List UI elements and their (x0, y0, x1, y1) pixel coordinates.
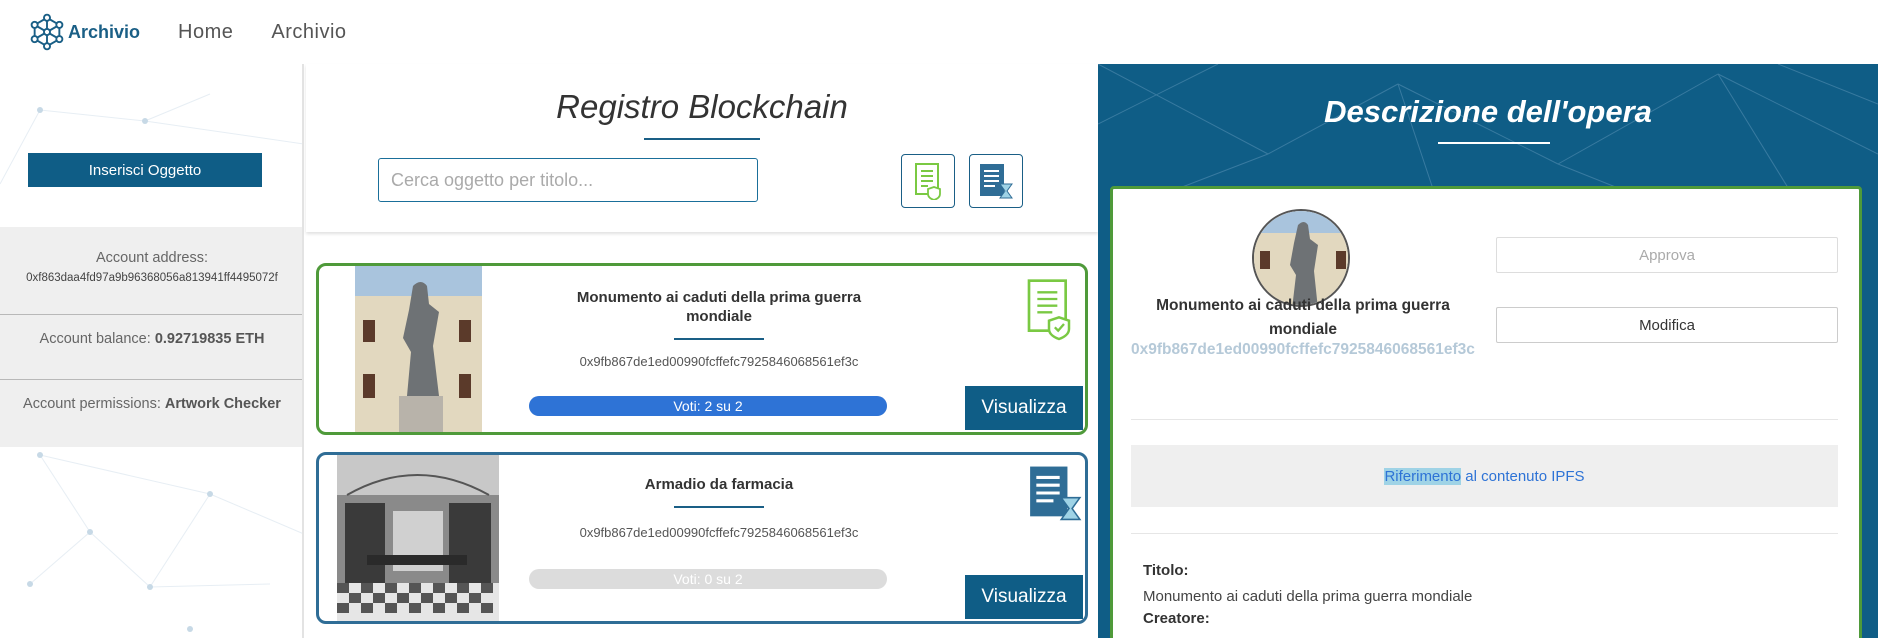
brand[interactable]: Archivio (28, 13, 140, 51)
title-underline (644, 138, 760, 140)
artwork-title: Armadio da farmacia (644, 476, 794, 493)
top-navbar: Archivio Home Archivio (0, 0, 1878, 64)
approved-document-icon (1027, 279, 1071, 341)
votes-progress-bar: Voti: 0 su 2 (529, 569, 887, 589)
pharmacy-cabinet-photo (337, 455, 499, 621)
artwork-card[interactable]: Armadio da farmacia 0x9fb867de1ed00990fc… (316, 452, 1088, 624)
insert-object-button[interactable]: Inserisci Oggetto (28, 153, 262, 187)
title-underline (1438, 142, 1550, 144)
artwork-hash: 0x9fb867de1ed00990fcffefc7925846068561ef… (579, 354, 859, 369)
network-logo-icon (30, 13, 64, 51)
artwork-description-panel: Descrizione dell'opera Monumento ai cadu… (1098, 64, 1878, 638)
view-button[interactable]: Visualizza (965, 575, 1083, 619)
votes-label: Voti: 0 su 2 (673, 571, 743, 587)
description-title: Descrizione dell'opera (1324, 94, 1652, 129)
edit-button[interactable]: Modifica (1496, 307, 1838, 343)
account-address-label: Account address: (95, 250, 209, 266)
title-field-value: Monumento ai caduti della prima guerra m… (1143, 588, 1473, 605)
votes-progress-bar: Voti: 2 su 2 (529, 396, 887, 416)
artwork-title: Monumento ai caduti della prima guerra m… (576, 289, 862, 325)
monument-photo (355, 266, 482, 432)
ipfs-link[interactable]: Riferimento al contenuto IPFS (1384, 467, 1585, 485)
registry-title: Registro Blockchain (556, 88, 848, 125)
title-underline (674, 338, 764, 340)
votes-label: Voti: 2 su 2 (673, 398, 743, 414)
ipfs-link-box: Riferimento al contenuto IPFS (1131, 445, 1838, 507)
brand-name: Archivio (68, 21, 141, 42)
account-sidebar: Inserisci Oggetto Account address: 0xf86… (0, 64, 304, 638)
approved-document-icon (915, 163, 941, 200)
description-card: Monumento ai caduti della prima guerra m… (1110, 186, 1862, 638)
account-permissions-label: Account permissions: (23, 396, 165, 412)
title-underline (674, 506, 764, 508)
divider (1131, 419, 1838, 420)
registry-header: Registro Blockchain (306, 64, 1098, 232)
artwork-hash: 0x9fb867de1ed00990fcffefc7925846068561ef… (579, 525, 859, 540)
divider (1131, 533, 1838, 534)
monument-photo (1254, 211, 1348, 305)
pending-document-icon (1030, 466, 1082, 521)
ipfs-link-highlight: Riferimento (1384, 467, 1462, 485)
account-info-panel: Account address: 0xf863daa4fd97a9b963680… (0, 227, 302, 447)
filter-approved-button[interactable] (901, 154, 955, 208)
nav-link-home[interactable]: Home (178, 21, 233, 44)
account-balance: Account balance: 0.92719835 ETH (0, 331, 302, 347)
artwork-name: Monumento ai caduti della prima guerra m… (1156, 297, 1450, 338)
account-permissions-value: Artwork Checker (164, 396, 281, 412)
nav-link-archivio[interactable]: Archivio (271, 21, 346, 44)
account-balance-label: Account balance: (39, 331, 155, 347)
account-address-value: 0xf863daa4fd97a9b96368056a813941ff449507… (26, 272, 278, 284)
registry-panel: Registro Blockchain Mo (306, 64, 1098, 638)
title-field-label: Titolo: (1143, 562, 1189, 579)
pending-document-icon (980, 164, 1013, 199)
divider (0, 379, 302, 380)
artwork-hash: 0x9fb867de1ed00990fcffefc7925846068561ef… (1131, 341, 1475, 358)
artwork-avatar (1252, 209, 1350, 307)
divider (0, 314, 302, 315)
account-permissions: Account permissions: Artwork Checker (0, 396, 302, 412)
ipfs-link-text: al contenuto IPFS (1461, 467, 1585, 485)
view-button[interactable]: Visualizza (965, 386, 1083, 430)
artwork-card[interactable]: Monumento ai caduti della prima guerra m… (316, 263, 1088, 435)
search-input[interactable] (378, 158, 758, 202)
filter-pending-button[interactable] (969, 154, 1023, 208)
creator-field-label: Creatore: (1143, 610, 1210, 627)
account-balance-value: 0.92719835 ETH (154, 331, 265, 347)
approve-button[interactable]: Approva (1496, 237, 1838, 273)
